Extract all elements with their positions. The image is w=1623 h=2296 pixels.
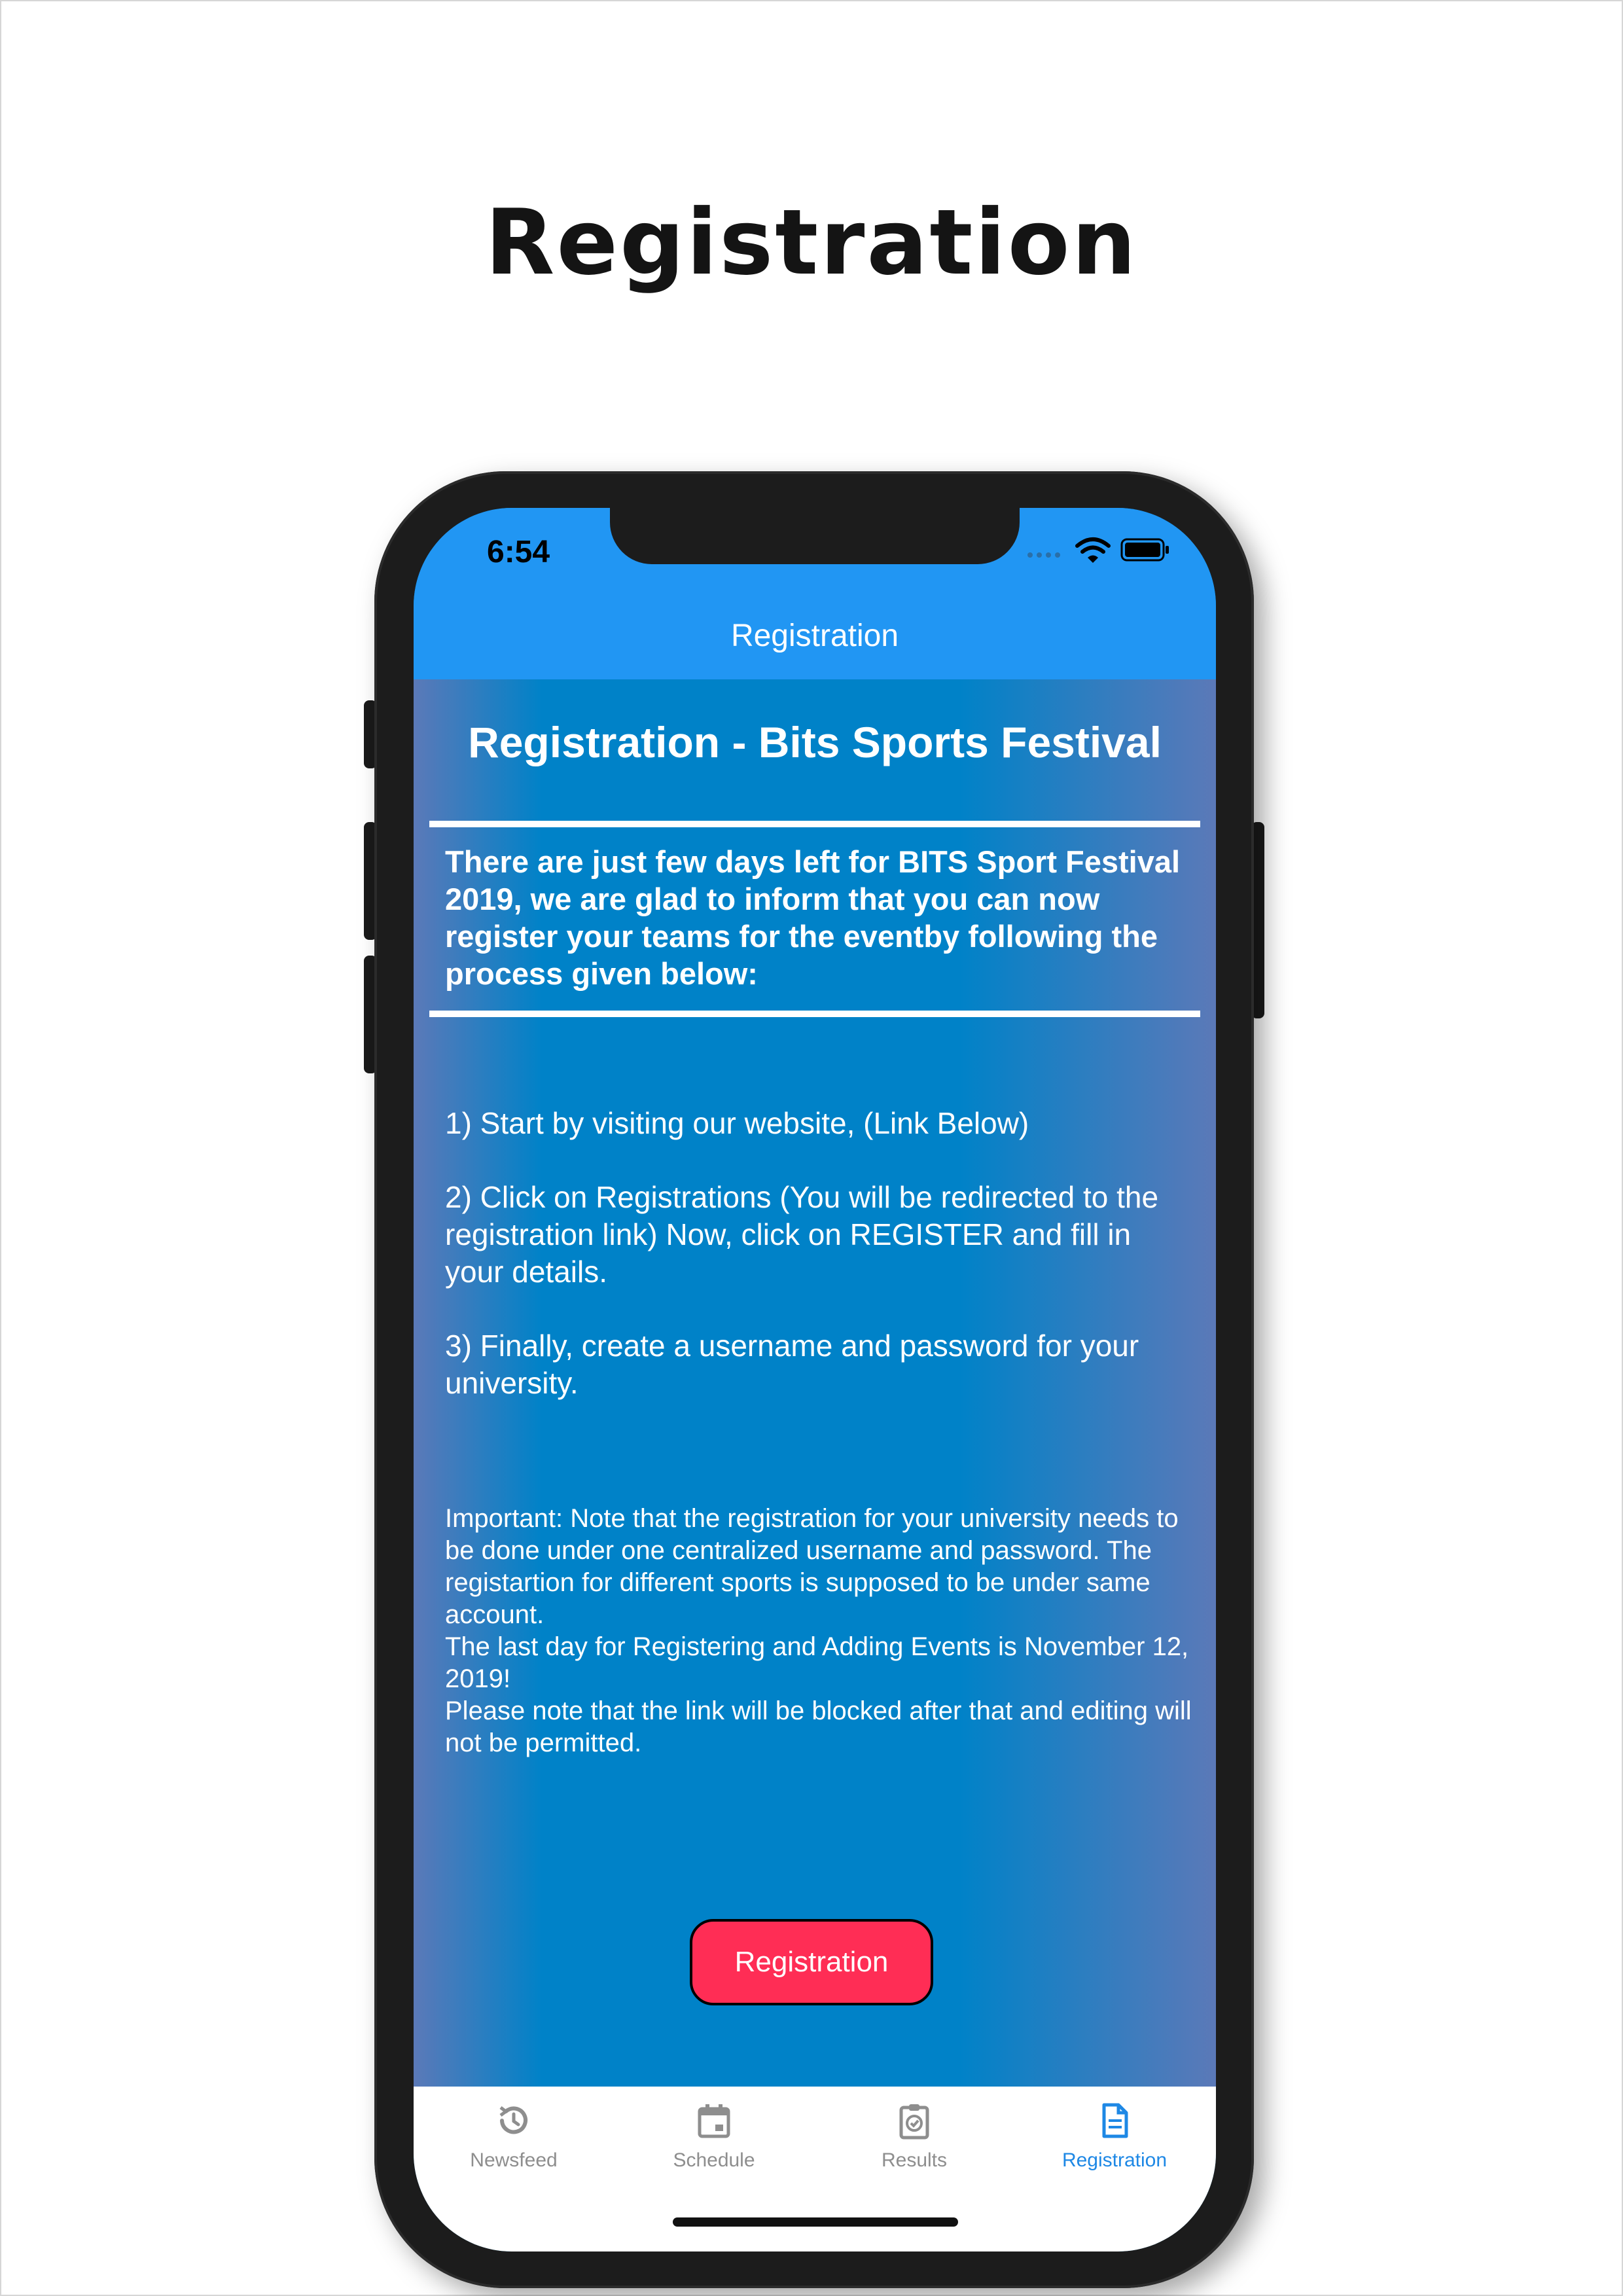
tab-registration[interactable]: Registration [1014, 2101, 1215, 2193]
registration-content: Registration - Bits Sports Festival Ther… [414, 679, 1216, 2087]
signal-icon [1027, 552, 1064, 558]
calendar-icon [698, 2104, 730, 2138]
wifi-icon [1075, 537, 1111, 563]
steps-list: 1) Start by visiting our website, (Link … [445, 1105, 1191, 1439]
tab-label: Registration [1061, 2149, 1168, 2171]
tab-newsfeed[interactable]: Newsfeed [414, 2101, 614, 2193]
step-item: 3) Finally, create a username and passwo… [445, 1329, 1139, 1400]
tab-label: Results [881, 2149, 948, 2171]
important-note: Important: Note that the registration fo… [445, 1504, 1192, 1757]
registration-button[interactable]: Registration [690, 1919, 933, 2005]
step-item: 2) Click on Registrations (You will be r… [445, 1180, 1159, 1289]
tab-bar: Newsfeed Schedule Results Registration [414, 2087, 1216, 2251]
nav-title: Registration [730, 619, 899, 653]
navigation-bar: 6:54 Registration [414, 508, 1216, 679]
battery-icon [1120, 538, 1169, 562]
content-headline: Registration - Bits Sports Festival [468, 718, 1162, 766]
tab-results[interactable]: Results [814, 2101, 1014, 2193]
status-time: 6:54 [487, 535, 550, 569]
history-icon [499, 2106, 527, 2134]
clipboard-check-icon [899, 2104, 929, 2140]
phone-screen: 6:54 Registration Registration - Bits Sp… [414, 508, 1216, 2251]
home-indicator [673, 2217, 958, 2227]
tab-label: Schedule [673, 2149, 755, 2171]
tab-label: Newsfeed [470, 2149, 558, 2171]
intro-text: There are just few days left for BITS Sp… [445, 844, 1181, 991]
phone-frame: 6:54 Registration Registration - Bits Sp… [374, 471, 1254, 2288]
tab-schedule[interactable]: Schedule [614, 2101, 814, 2193]
divider-top [429, 821, 1200, 827]
notch [610, 508, 1020, 564]
promo-title: Registration [485, 190, 1138, 295]
document-icon [1102, 2103, 1128, 2138]
step-item: 1) Start by visiting our website, (Link … [445, 1106, 1029, 1140]
divider-bottom [429, 1011, 1200, 1017]
